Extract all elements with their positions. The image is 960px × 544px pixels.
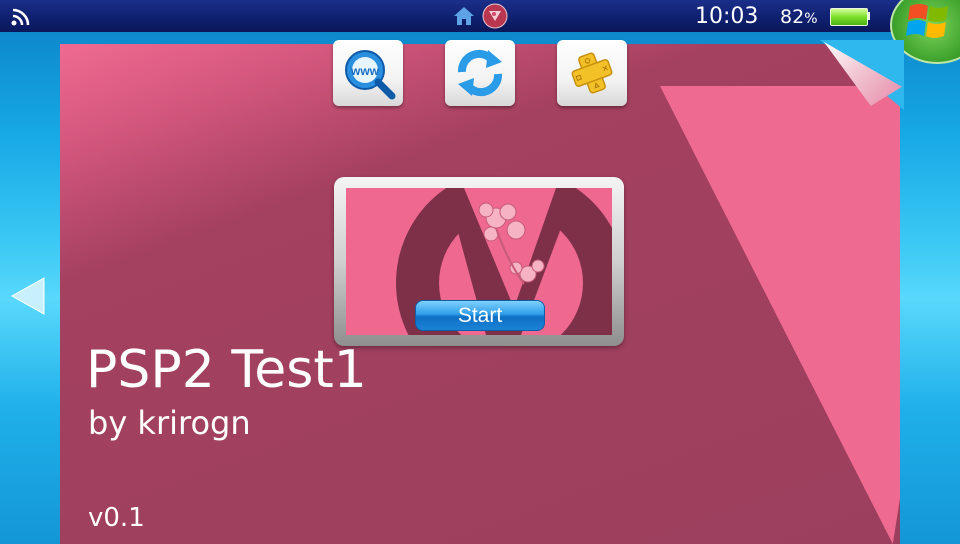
playstation-plus-button[interactable] xyxy=(557,40,627,106)
previous-page-arrow-icon[interactable] xyxy=(10,276,46,316)
ps-plus-icon xyxy=(571,52,613,94)
battery-percent: 82% xyxy=(780,6,818,28)
home-icon[interactable] xyxy=(452,5,476,27)
clock: 10:03 xyxy=(695,4,759,29)
app-version: v0.1 xyxy=(88,503,145,533)
www-search-icon: www xyxy=(345,50,396,100)
start-button[interactable]: Start xyxy=(415,300,545,331)
notification-icon[interactable] xyxy=(482,3,508,29)
app-author: by krirogn xyxy=(88,404,251,442)
wifi-icon xyxy=(11,8,30,26)
battery-icon xyxy=(830,8,868,26)
refresh-icon xyxy=(457,49,503,97)
svg-text:www: www xyxy=(350,64,380,78)
windows-flag-icon xyxy=(906,4,948,38)
battery-tip xyxy=(867,12,870,20)
refresh-button[interactable] xyxy=(445,40,515,106)
browser-button[interactable]: www xyxy=(333,40,403,106)
app-title: PSP2 Test1 xyxy=(86,340,367,400)
